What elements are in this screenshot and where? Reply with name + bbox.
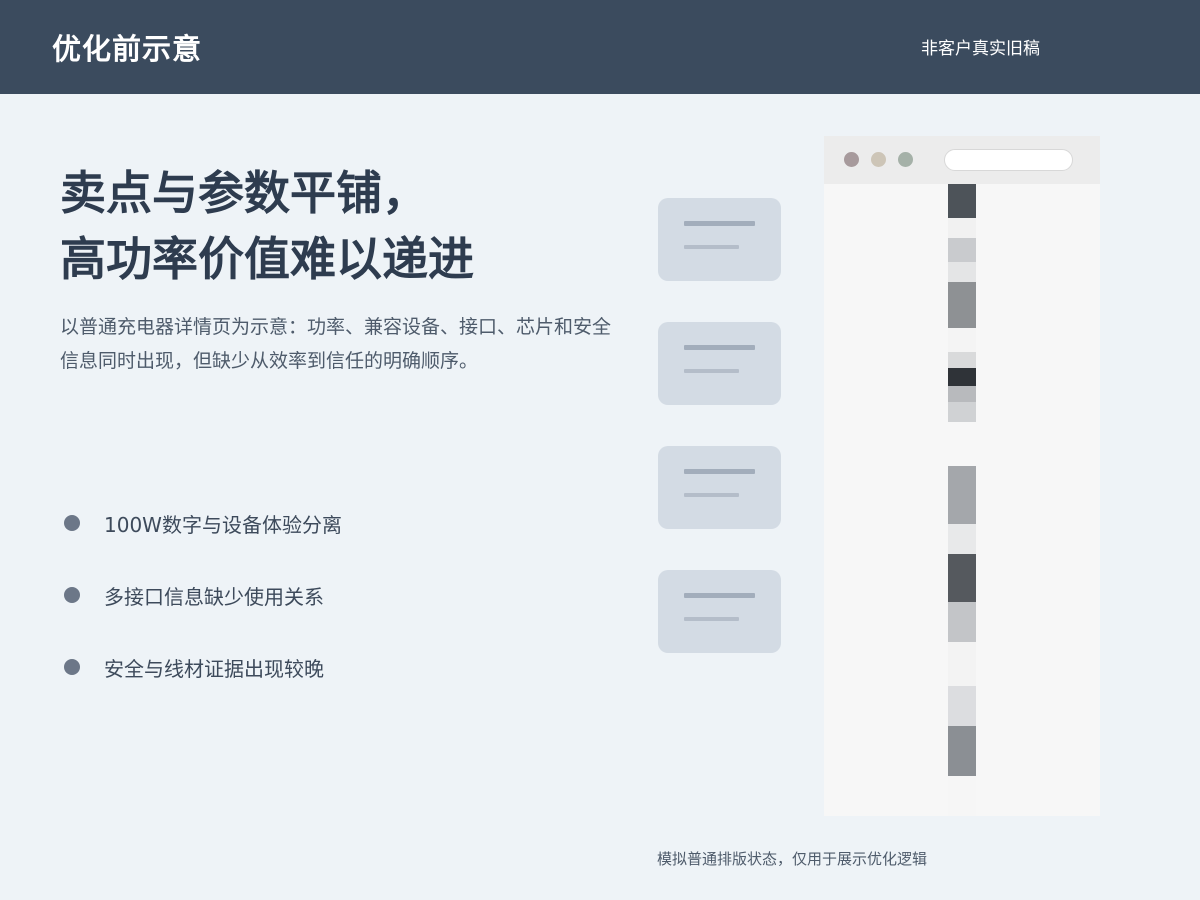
bullet-text: 安全与线材证据出现较晚 xyxy=(104,656,324,681)
address-bar xyxy=(944,149,1073,171)
bullet-list: 100W数字与设备体验分离 多接口信息缺少使用关系 安全与线材证据出现较晚 xyxy=(64,500,342,716)
thumbnail-section xyxy=(948,686,976,726)
card-line-long xyxy=(684,221,755,226)
card-line-short xyxy=(684,493,739,497)
thumbnail-section xyxy=(948,466,976,524)
bullet-text: 100W数字与设备体验分离 xyxy=(104,512,342,537)
thumbnail-section xyxy=(948,184,976,218)
header-bar: 优化前示意 非客户真实旧稿 xyxy=(0,0,1200,94)
thumbnail-section xyxy=(948,238,976,262)
thumbnail-section xyxy=(948,554,976,602)
bullet-item: 100W数字与设备体验分离 xyxy=(64,500,342,546)
thumbnail-section xyxy=(948,218,976,238)
card-line-long xyxy=(684,345,755,350)
thumbnail-section xyxy=(948,328,976,352)
bullet-dot-icon xyxy=(64,515,80,531)
browser-toolbar xyxy=(824,136,1100,184)
description: 以普通充电器详情页为示意：功率、兼容设备、接口、芯片和安全信息同时出现，但缺少从… xyxy=(60,316,612,372)
window-dot-icon xyxy=(898,152,913,167)
bullet-item: 多接口信息缺少使用关系 xyxy=(64,572,342,618)
placeholder-card xyxy=(658,198,781,281)
browser-mockup xyxy=(824,136,1100,816)
thumbnail-section xyxy=(948,602,976,642)
card-line-long xyxy=(684,593,755,598)
footnote: 模拟普通排版状态，仅用于展示优化逻辑 xyxy=(657,850,928,868)
placeholder-card xyxy=(658,446,781,529)
card-line-short xyxy=(684,245,739,249)
thumbnail-section xyxy=(948,642,976,686)
header-title: 优化前示意 xyxy=(52,32,203,66)
headline-line-1: 卖点与参数平铺， xyxy=(60,166,428,220)
thumbnail-section xyxy=(948,282,976,328)
bullet-dot-icon xyxy=(64,587,80,603)
bullet-item: 安全与线材证据出现较晚 xyxy=(64,644,342,690)
thumbnail-section xyxy=(948,422,976,466)
thumbnail-section xyxy=(948,386,976,402)
thumbnail-section xyxy=(948,352,976,368)
thumbnail-section xyxy=(948,402,976,422)
headline-line-2: 高功率价值难以递进 xyxy=(60,232,474,286)
detail-page-thumbnail xyxy=(948,184,976,816)
thumbnail-section xyxy=(948,368,976,386)
thumbnail-section xyxy=(948,776,976,816)
thumbnail-section xyxy=(948,524,976,554)
placeholder-card xyxy=(658,322,781,405)
window-dot-icon xyxy=(844,152,859,167)
thumbnail-section xyxy=(948,726,976,776)
card-line-short xyxy=(684,369,739,373)
card-line-short xyxy=(684,617,739,621)
window-dot-icon xyxy=(871,152,886,167)
bullet-dot-icon xyxy=(64,659,80,675)
header-note: 非客户真实旧稿 xyxy=(921,39,1040,59)
card-line-long xyxy=(684,469,755,474)
placeholder-card xyxy=(658,570,781,653)
thumbnail-section xyxy=(948,262,976,282)
bullet-text: 多接口信息缺少使用关系 xyxy=(104,584,324,609)
headline: 卖点与参数平铺， 高功率价值难以递进 xyxy=(60,160,620,292)
